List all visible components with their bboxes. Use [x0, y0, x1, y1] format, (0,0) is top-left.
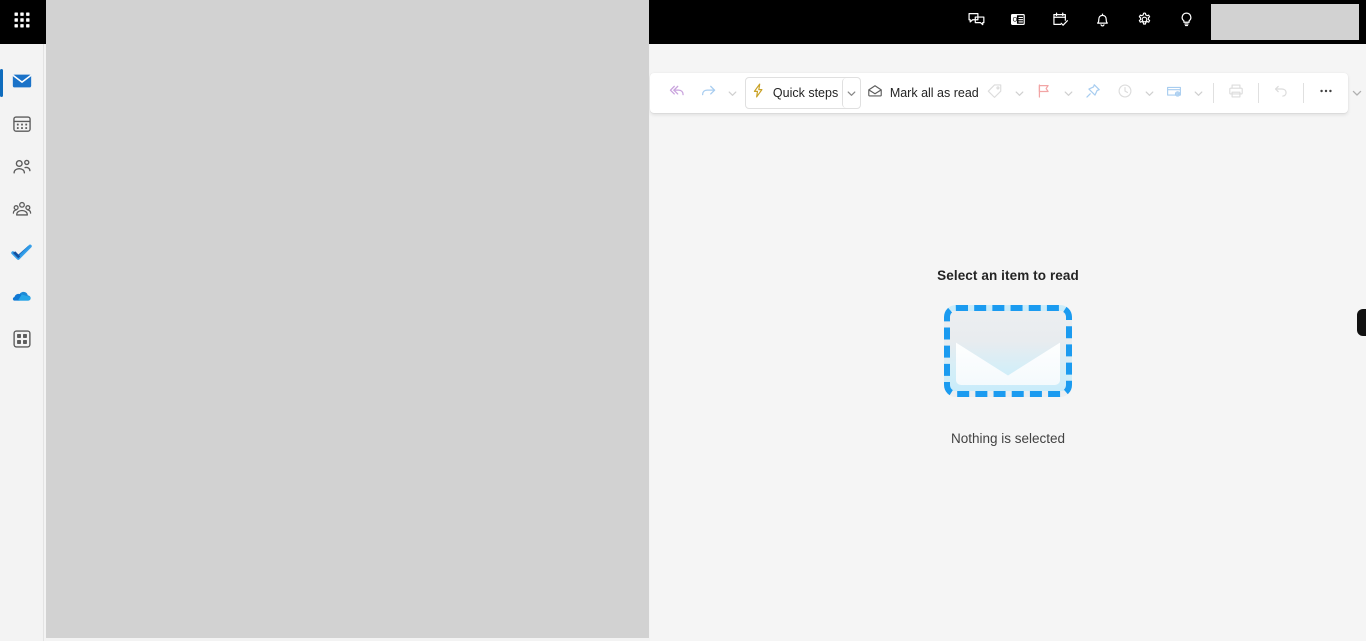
lightning-bolt-icon [750, 82, 767, 104]
command-bar-divider-2 [1257, 83, 1259, 103]
outlook-app-window: O Select an item to read Nothing is sele… [0, 0, 1366, 641]
app-launcher-button[interactable] [0, 0, 44, 44]
move-to-button[interactable] [1158, 77, 1190, 109]
undo-arrow-icon [1272, 82, 1290, 105]
header-settings-button[interactable] [1123, 4, 1165, 40]
checkmark-icon [10, 241, 33, 269]
account-manager-placeholder[interactable] [1211, 4, 1359, 40]
flag-options-chevron[interactable] [1060, 77, 1077, 109]
header-chat-button[interactable] [955, 4, 997, 40]
undo-button[interactable] [1265, 77, 1297, 109]
tag-options-chevron[interactable] [1011, 77, 1028, 109]
sidebar-item-calendar[interactable] [0, 105, 44, 147]
sidebar-item-people[interactable] [0, 148, 44, 190]
apps-grid-icon [11, 328, 33, 355]
panel-collapse-handle[interactable] [1357, 309, 1366, 336]
flag-icon [1035, 82, 1053, 105]
people-icon [11, 156, 33, 183]
waffle-grid-icon [13, 11, 31, 34]
command-bar-row: Quick steps Mark all as read [650, 72, 1366, 114]
tag-button[interactable] [979, 77, 1011, 109]
header-tips-button[interactable] [1165, 4, 1207, 40]
pin-icon [1084, 82, 1102, 105]
svg-text:O: O [1012, 18, 1017, 24]
command-bar: Quick steps Mark all as read [650, 73, 1348, 113]
print-button[interactable] [1220, 77, 1252, 109]
calendar-icon [11, 113, 33, 140]
move-to-folder-icon [1165, 82, 1183, 105]
reading-pane [650, 44, 1366, 641]
reply-all-icon [667, 81, 686, 105]
move-to-options-chevron[interactable] [1190, 77, 1207, 109]
ellipsis-icon [1317, 82, 1335, 105]
bell-icon [1093, 10, 1112, 34]
quick-steps-options-chevron[interactable] [842, 78, 860, 108]
mail-icon [11, 70, 33, 97]
command-bar-divider [1212, 83, 1214, 103]
sidebar-item-more-apps[interactable] [0, 320, 44, 362]
quick-steps-label: Quick steps [772, 86, 839, 100]
forward-options-chevron[interactable] [724, 77, 741, 109]
sidebar-item-groups[interactable] [0, 191, 44, 233]
quick-steps-group: Quick steps [744, 77, 862, 109]
mark-all-as-read-label: Mark all as read [889, 86, 979, 100]
forward-button[interactable] [692, 77, 724, 109]
snooze-options-chevron[interactable] [1141, 77, 1158, 109]
printer-icon [1227, 82, 1245, 105]
task-calendar-icon [1051, 10, 1070, 34]
contact-card-icon: O [1009, 10, 1028, 34]
header-outlook-button[interactable]: O [997, 4, 1039, 40]
command-bar-overflow-chevron[interactable] [1348, 73, 1366, 113]
header-notifications-button[interactable] [1081, 4, 1123, 40]
header-my-day-button[interactable] [1039, 4, 1081, 40]
snooze-button[interactable] [1109, 77, 1141, 109]
lightbulb-icon [1177, 10, 1196, 34]
gear-icon [1135, 10, 1154, 34]
sidebar-item-mail[interactable] [0, 62, 44, 104]
chat-bubbles-icon [967, 10, 986, 34]
tag-icon [986, 82, 1004, 105]
more-options-button[interactable] [1310, 77, 1342, 109]
clock-icon [1116, 82, 1134, 105]
groups-icon [11, 199, 33, 226]
sidebar-item-to-do[interactable] [0, 234, 44, 276]
message-list-pane-placeholder [46, 0, 649, 638]
app-rail [0, 0, 44, 641]
sidebar-item-onedrive[interactable] [0, 277, 44, 319]
cloud-icon [10, 284, 33, 312]
reply-all-button[interactable] [660, 77, 692, 109]
forward-icon [699, 81, 718, 105]
mark-all-as-read-button[interactable]: Mark all as read [865, 77, 979, 109]
open-envelope-icon [866, 82, 884, 105]
quick-steps-button[interactable]: Quick steps [746, 77, 842, 109]
pin-button[interactable] [1077, 77, 1109, 109]
header-actions: O [955, 0, 1366, 44]
flag-button[interactable] [1028, 77, 1060, 109]
command-bar-divider-3 [1302, 83, 1304, 103]
